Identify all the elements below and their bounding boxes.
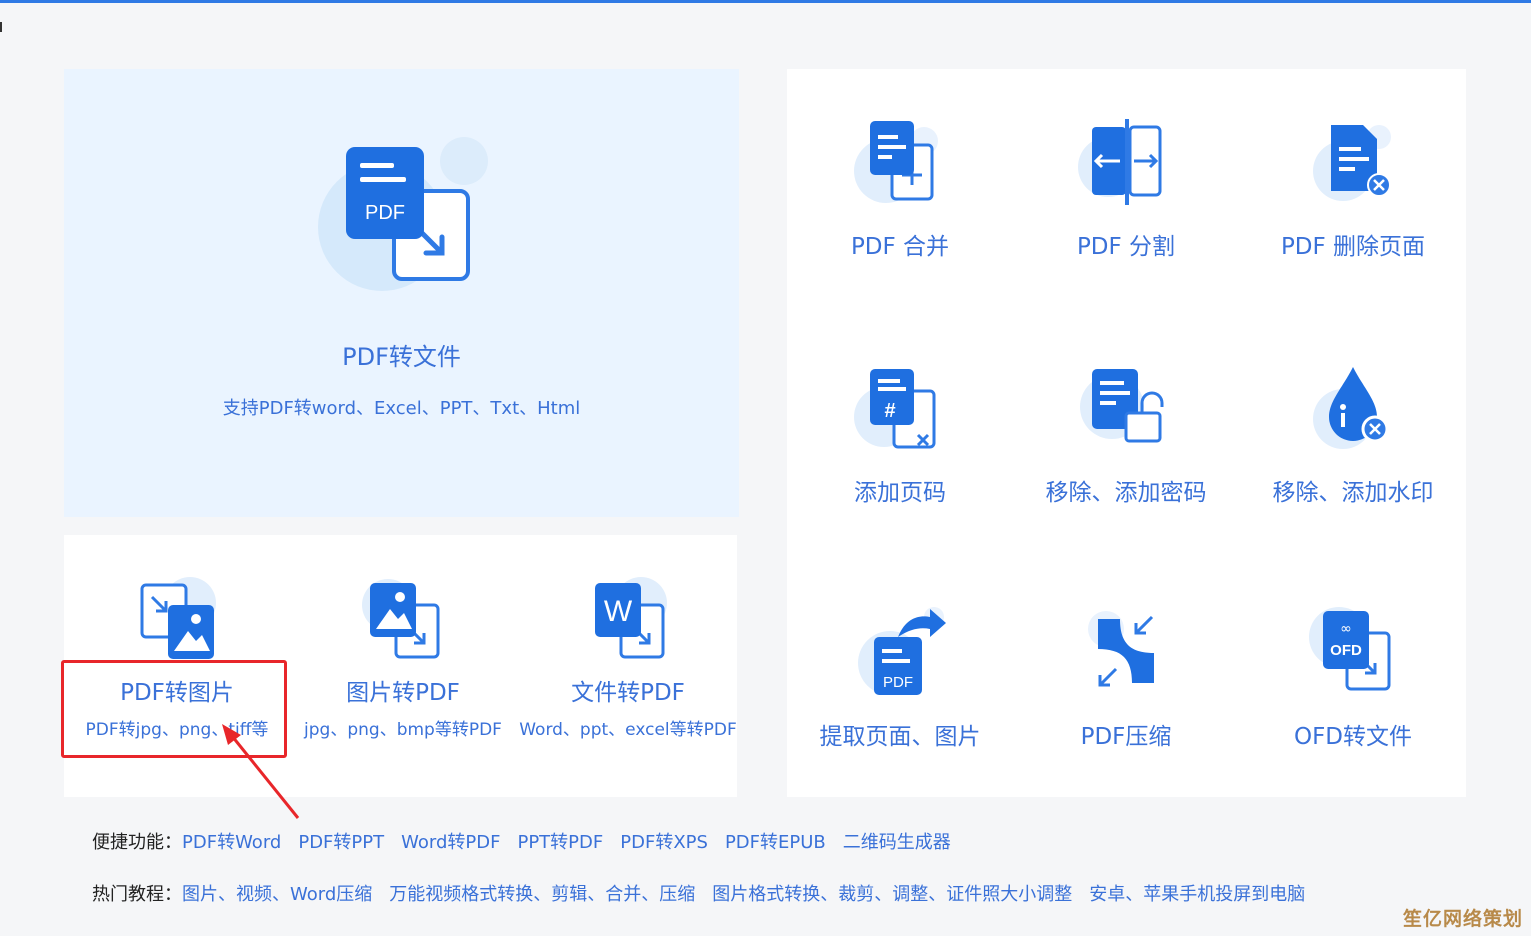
link-pdf-to-xps[interactable]: PDF转XPS <box>620 832 708 853</box>
link-word-to-pdf[interactable]: Word转PDF <box>401 832 500 853</box>
top-accent-bar <box>0 0 1531 3</box>
link-video-tutorial[interactable]: 万能视频格式转换、剪辑、合并、压缩 <box>389 884 695 905</box>
password-tool[interactable]: 移除、添加密码 <box>1013 363 1239 507</box>
link-image-format-tutorial[interactable]: 图片格式转换、裁剪、调整、证件照大小调整 <box>712 884 1072 905</box>
image-to-pdf-title: 图片转PDF <box>346 680 460 706</box>
link-qrcode-generator[interactable]: 二维码生成器 <box>843 832 951 853</box>
watermark-text: 笙亿网络策划 <box>1402 908 1523 930</box>
ofd-icon: ∞ OFD <box>1309 607 1391 691</box>
tutorials-label: 热门教程： <box>92 884 182 905</box>
pdf-to-file-card[interactable]: PDF PDF转文件 支持PDF转word、Excel、PPT、Txt、Html <box>64 69 739 517</box>
extract-pages-title: 提取页面、图片 <box>819 724 981 750</box>
quick-links-label: 便捷功能： <box>92 832 182 853</box>
link-screen-mirror-tutorial[interactable]: 安卓、苹果手机投屏到电脑 <box>1089 884 1305 905</box>
image-to-pdf-tool[interactable]: 图片转PDF jpg、png、bmp等转PDF <box>290 575 516 740</box>
tutorials-row: 热门教程：图片、视频、Word压缩 万能视频格式转换、剪辑、合并、压缩 图片格式转换… <box>92 880 1322 906</box>
delete-page-icon <box>1313 125 1391 201</box>
link-pdf-to-word[interactable]: PDF转Word <box>182 832 281 853</box>
pdf-merge-tool[interactable]: PDF 合并 <box>787 117 1013 261</box>
watermark-tool[interactable]: 移除、添加水印 <box>1240 363 1466 507</box>
page-number-icon: # <box>854 369 936 449</box>
password-title: 移除、添加密码 <box>1045 480 1207 506</box>
link-ppt-to-pdf[interactable]: PPT转PDF <box>517 832 603 853</box>
pdf-delete-pages-title: PDF 删除页面 <box>1280 234 1426 260</box>
svg-text:PDF: PDF <box>365 202 405 224</box>
pdf-to-file-icon: PDF <box>317 137 488 291</box>
add-page-number-title: 添加页码 <box>854 480 946 506</box>
svg-text:W: W <box>604 595 633 628</box>
pdf-delete-pages-tool[interactable]: PDF 删除页面 <box>1240 117 1466 261</box>
svg-text:OFD: OFD <box>1330 642 1362 659</box>
extract-icon: PDF <box>858 607 946 695</box>
file-to-pdf-tool[interactable]: W 文件转PDF Word、ppt、excel等转PDF <box>515 575 741 740</box>
merge-icon <box>854 121 938 203</box>
svg-text:PDF: PDF <box>883 674 913 691</box>
pdf-tools-grid-card: PDF 合并 PDF 分割 PDF 删除页面 # 添加页码 移除、添加密码 移除… <box>787 69 1466 797</box>
lock-icon <box>1080 369 1164 443</box>
split-icon <box>1078 119 1162 205</box>
link-compress-tutorial[interactable]: 图片、视频、Word压缩 <box>182 884 372 905</box>
pdf-to-file-tool[interactable]: PDF PDF转文件 支持PDF转word、Excel、PPT、Txt、Html <box>64 129 739 420</box>
link-pdf-to-ppt[interactable]: PDF转PPT <box>298 832 384 853</box>
pdf-split-tool[interactable]: PDF 分割 <box>1013 117 1239 261</box>
extract-pages-tool[interactable]: PDF 提取页面、图片 <box>787 603 1013 751</box>
compress-icon <box>1088 611 1154 687</box>
image-to-pdf-subtitle: jpg、png、bmp等转PDF <box>304 720 502 740</box>
image-to-pdf-icon <box>362 579 440 659</box>
window-edge-mark <box>0 22 2 32</box>
pdf-to-file-subtitle: 支持PDF转word、Excel、PPT、Txt、Html <box>222 398 581 419</box>
highlight-box <box>61 660 287 758</box>
svg-text:#: # <box>884 400 895 422</box>
ofd-to-file-title: OFD转文件 <box>1293 724 1413 750</box>
pdf-split-title: PDF 分割 <box>1076 234 1176 260</box>
file-to-pdf-subtitle: Word、ppt、excel等转PDF <box>519 720 737 740</box>
pdf-compress-title: PDF压缩 <box>1080 724 1172 750</box>
word-to-pdf-icon: W <box>595 577 667 659</box>
pdf-compress-tool[interactable]: PDF压缩 <box>1013 603 1239 751</box>
pdf-merge-title: PDF 合并 <box>850 234 950 260</box>
file-to-pdf-title: 文件转PDF <box>571 680 685 706</box>
water-drop-icon <box>1313 367 1389 449</box>
ofd-to-file-tool[interactable]: ∞ OFD OFD转文件 <box>1240 603 1466 751</box>
add-page-number-tool[interactable]: # 添加页码 <box>787 363 1013 507</box>
quick-links-row: 便捷功能：PDF转Word PDF转PPT Word转PDF PPT转PDF PDF转X… <box>92 828 968 854</box>
watermark-title: 移除、添加水印 <box>1272 480 1434 506</box>
svg-text:∞: ∞ <box>1340 621 1352 637</box>
pdf-to-image-icon <box>140 577 216 659</box>
pdf-to-file-title: PDF转文件 <box>342 343 461 371</box>
link-pdf-to-epub[interactable]: PDF转EPUB <box>725 832 826 853</box>
